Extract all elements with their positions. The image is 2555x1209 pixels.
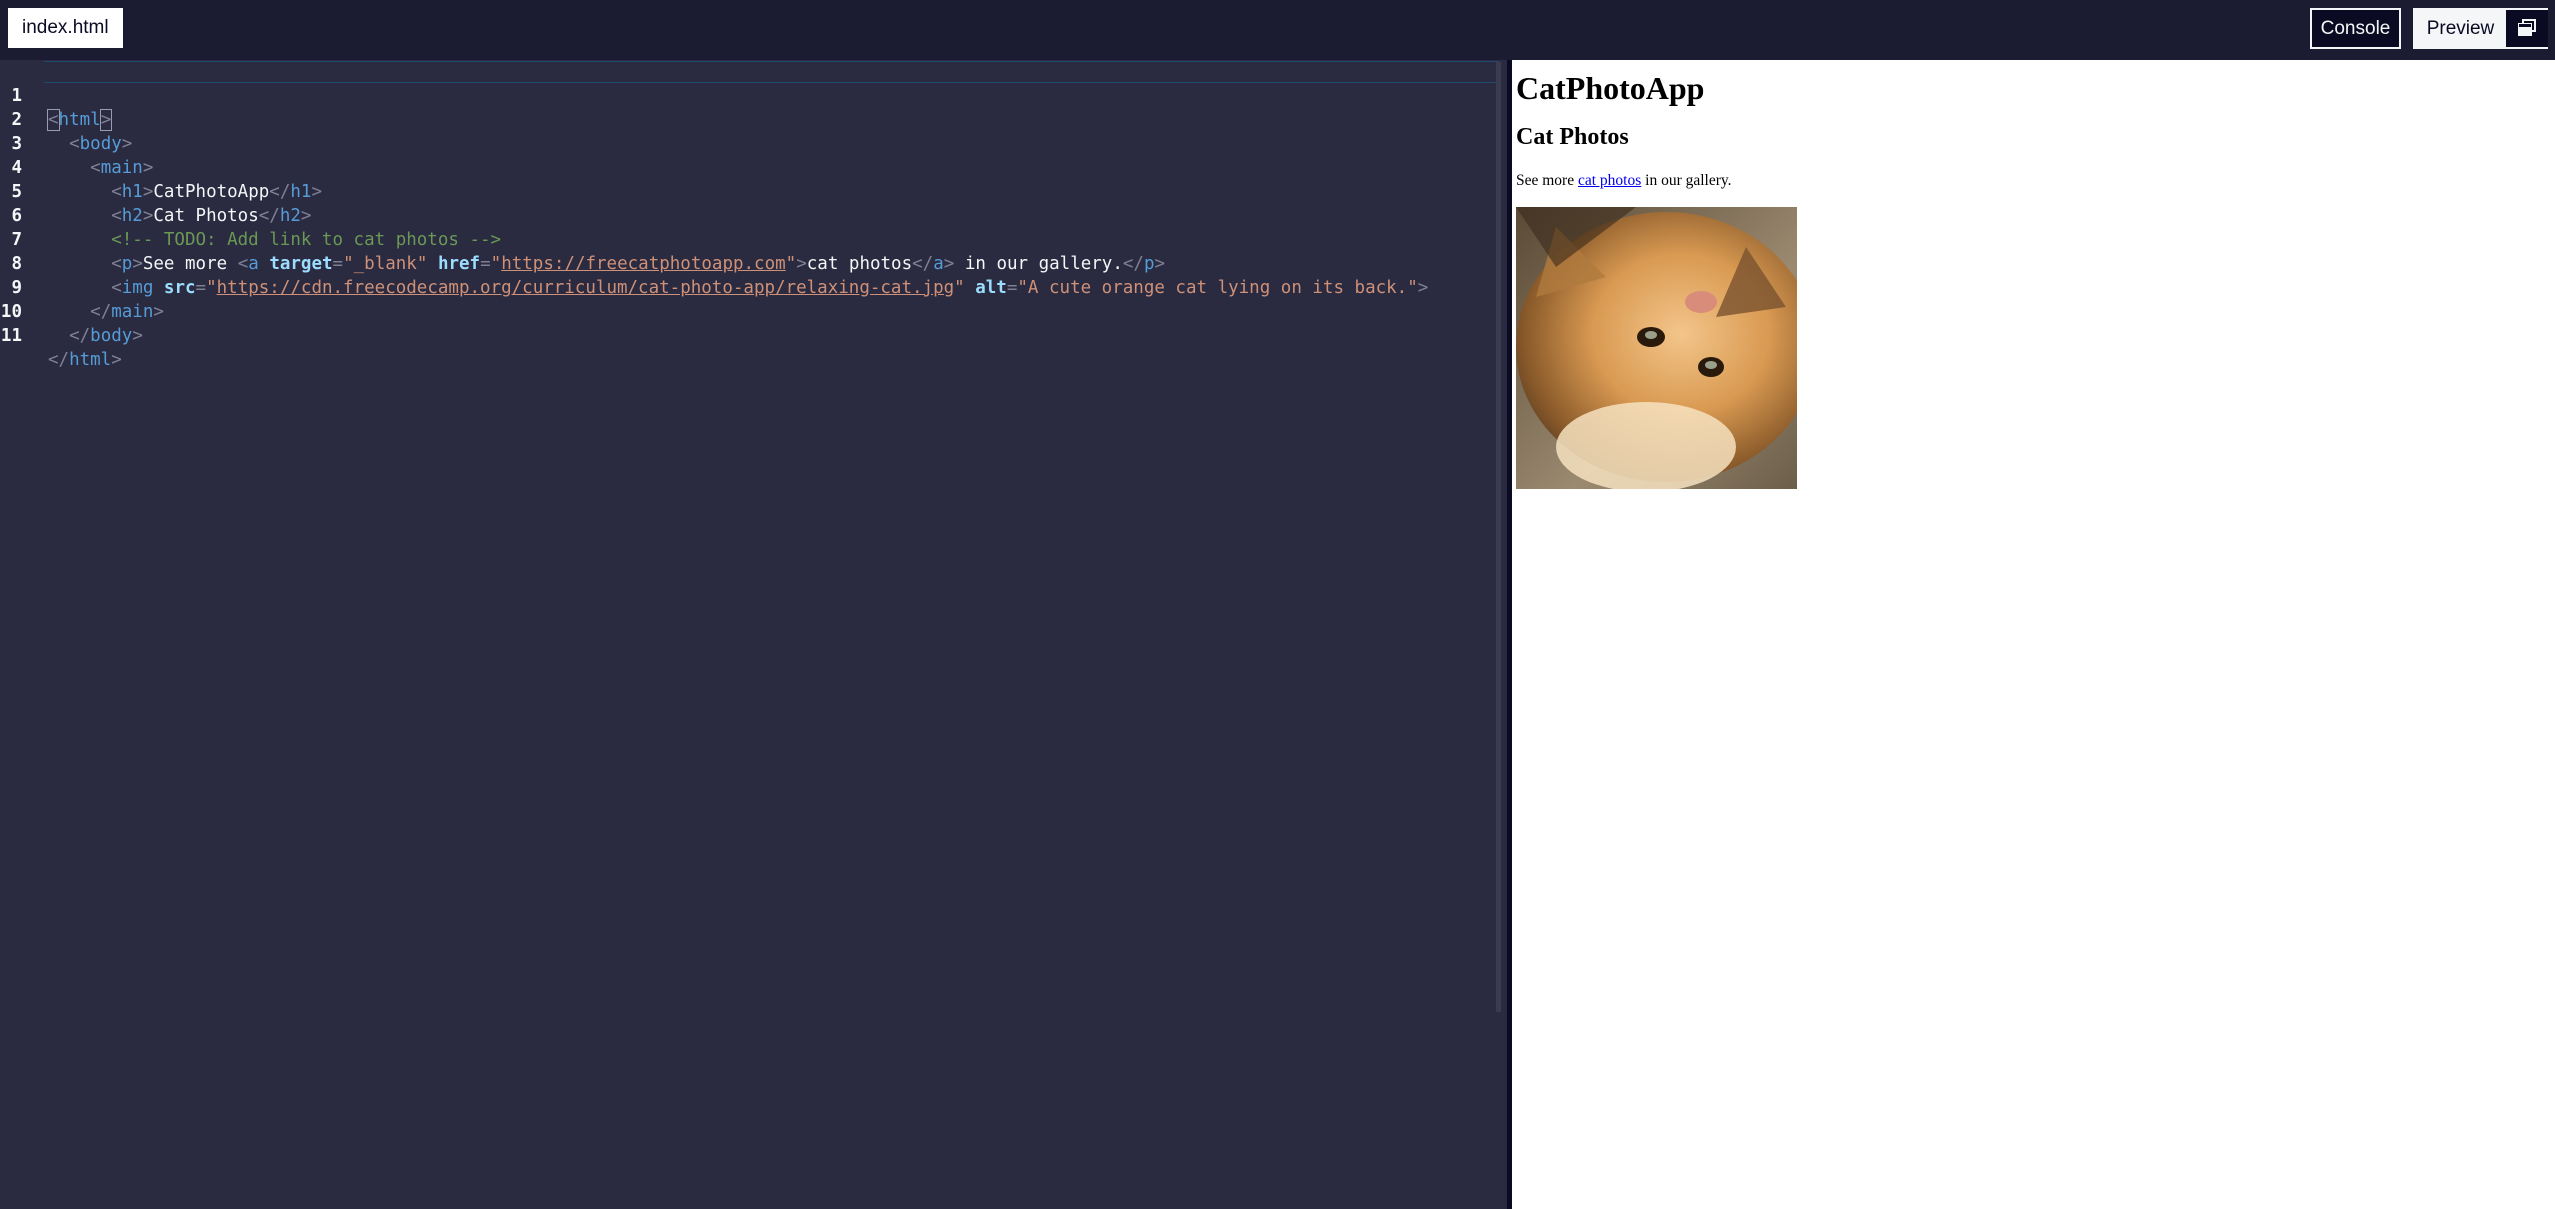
preview-paragraph-text: in our gallery. bbox=[1641, 172, 1732, 189]
code-token: </ bbox=[48, 350, 70, 370]
code-line[interactable]: 6 <!-- TODO: Add link to cat photos --> bbox=[0, 180, 1500, 250]
code-token: > bbox=[132, 326, 143, 346]
preview-pane: CatPhotoApp Cat Photos See more cat phot… bbox=[1512, 60, 2555, 1209]
code-editor[interactable]: 1 <html> 2 <body> 3 <main> 4 <h1>CatPhot… bbox=[0, 60, 1507, 1209]
cat-photo-image bbox=[1516, 207, 1797, 489]
code-token: html bbox=[69, 350, 112, 370]
code-token: body bbox=[90, 326, 133, 346]
preview-heading-1: CatPhotoApp bbox=[1516, 70, 1705, 106]
code-line[interactable]: 9 </main> bbox=[0, 252, 1500, 322]
code-line[interactable]: 7 <p>See more <a target="_blank" href="h… bbox=[0, 204, 1500, 274]
code-line[interactable]: 2 <body> bbox=[0, 84, 1500, 154]
code-line[interactable]: 4 <h1>CatPhotoApp</h1> bbox=[0, 132, 1500, 202]
preview-heading-2: Cat Photos bbox=[1516, 124, 1629, 150]
code-line[interactable]: 3 <main> bbox=[0, 108, 1500, 178]
preview-paragraph-text: See more bbox=[1516, 172, 1578, 189]
editor-scrollbar[interactable] bbox=[1496, 62, 1501, 1012]
line-number: 11 bbox=[0, 326, 22, 346]
code-line[interactable]: 8 <img src="https://cdn.freecodecamp.org… bbox=[0, 228, 1500, 298]
cat-photos-link[interactable]: cat photos bbox=[1578, 172, 1641, 189]
code-line[interactable]: 11 </html> bbox=[0, 300, 1500, 370]
code-token: > bbox=[111, 350, 122, 370]
preview-button[interactable]: Preview bbox=[2415, 10, 2506, 47]
console-button[interactable]: Console bbox=[2310, 8, 2401, 49]
top-bar: index.html Console Preview bbox=[0, 0, 2555, 60]
code-line[interactable]: 10 </body> bbox=[0, 276, 1500, 346]
file-tab-index-html[interactable]: index.html bbox=[8, 8, 123, 48]
window-popout-icon bbox=[2518, 19, 2536, 36]
preview-button-group: Preview bbox=[2413, 8, 2548, 49]
preview-paragraph: See more cat photos in our gallery. bbox=[1516, 171, 1732, 191]
code-line[interactable]: 5 <h2>Cat Photos</h2> bbox=[0, 156, 1500, 226]
code-line[interactable]: 1 <html> bbox=[0, 60, 1500, 131]
code-token: </ bbox=[69, 326, 91, 346]
cat-photo-illustration bbox=[1516, 207, 1797, 489]
preview-popout-button[interactable] bbox=[2506, 10, 2548, 47]
